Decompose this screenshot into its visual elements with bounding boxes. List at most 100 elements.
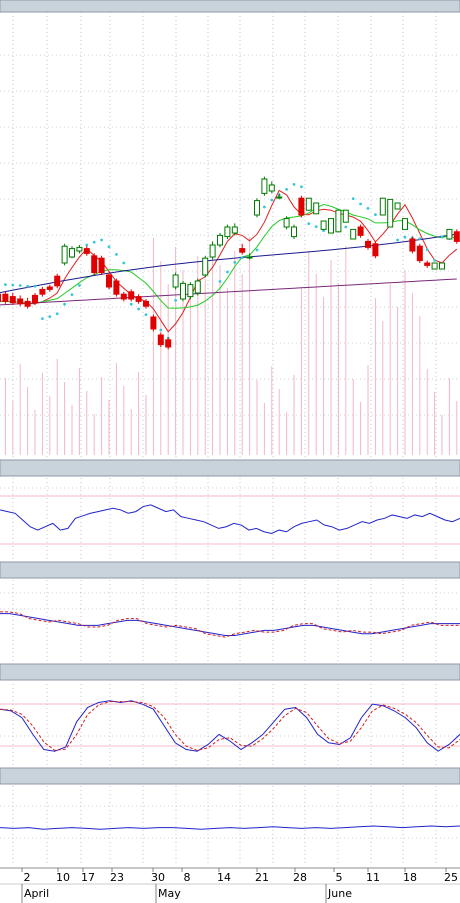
candle-body: [261, 178, 268, 194]
candle-body: [135, 296, 142, 302]
sar-dot: [396, 238, 399, 242]
candle-body: [446, 228, 453, 240]
month-label: April: [24, 887, 49, 900]
sar-dot: [100, 238, 103, 242]
candle-body: [328, 218, 334, 234]
indicator-2-signal-line: [0, 611, 460, 638]
x-tick-label: 25: [444, 871, 458, 884]
x-tick-label: 5: [336, 871, 343, 884]
sar-dot: [292, 183, 296, 186]
candle-body: [431, 262, 438, 270]
month-label: June: [327, 887, 352, 900]
candle-body: [106, 274, 112, 288]
sar-dot: [263, 205, 266, 209]
sar-dot: [63, 302, 66, 306]
panel-header-bar: [0, 561, 460, 579]
x-tick-label: 23: [110, 871, 124, 884]
candle-body: [409, 238, 416, 252]
sar-dot: [226, 270, 229, 274]
candle-body: [172, 274, 179, 288]
sar-dot: [425, 248, 429, 252]
ma-long-line: [0, 233, 457, 294]
candle-body: [357, 226, 364, 236]
sar-dot: [218, 280, 222, 283]
panel-header-bar: [0, 767, 460, 785]
candle-body: [91, 255, 98, 274]
sar-dot: [433, 259, 436, 262]
sar-dot: [48, 315, 52, 318]
candle-body: [120, 293, 127, 300]
sar-dot: [270, 198, 274, 202]
candle-body: [69, 248, 75, 258]
sar-dot: [285, 188, 288, 191]
candle-body: [254, 200, 260, 216]
candle-body: [268, 184, 275, 192]
candle-body: [157, 334, 164, 346]
panel-header-bar: [0, 663, 460, 681]
x-tick-label: 21: [255, 871, 269, 884]
ma-very-long-line: [0, 278, 457, 306]
sar-dot: [33, 284, 37, 288]
sar-dot: [85, 243, 89, 247]
candle-body: [194, 280, 201, 294]
candle-body: [143, 300, 149, 307]
x-tick-label: 14: [217, 871, 231, 884]
candle-body: [187, 284, 194, 298]
candle-body: [365, 240, 371, 248]
sar-dot: [440, 235, 444, 239]
x-tick-label: 8: [184, 871, 191, 884]
candle-body: [402, 218, 408, 230]
x-tick-label: 10: [56, 871, 70, 884]
sar-dot: [174, 299, 178, 302]
sar-dot: [233, 261, 237, 264]
sar-dot: [307, 222, 311, 226]
candle-body: [239, 248, 246, 253]
candle-body: [387, 198, 394, 228]
candle-body: [335, 209, 342, 233]
sar-dot: [351, 197, 355, 201]
x-tick-label: 11: [366, 871, 380, 884]
candle-body: [298, 197, 305, 216]
sar-dot: [137, 307, 141, 311]
stock-chart: 2 10 17 23 30 8 14 21 28 5 11 18 25 April May June: [0, 0, 460, 903]
candle-body: [17, 298, 24, 305]
candle-body: [231, 226, 238, 234]
candle-body: [424, 262, 431, 266]
volume-series: [4, 237, 458, 455]
sar-dot: [366, 207, 370, 210]
candle-body: [39, 288, 46, 295]
candle-body: [313, 202, 320, 215]
sar-dot: [159, 328, 163, 332]
sar-dot: [41, 317, 44, 320]
candle-body: [439, 262, 445, 270]
candle-body: [61, 245, 68, 264]
stochastic-k-line: [0, 700, 460, 752]
sar-dot: [255, 248, 259, 252]
sar-dot: [107, 245, 111, 249]
panel-header-bar: [0, 459, 460, 477]
indicator-2-line: [0, 613, 460, 636]
candle-body: [453, 231, 460, 242]
x-tick-label: 17: [81, 871, 95, 884]
month-label: May: [158, 887, 181, 900]
sar-dot: [314, 225, 318, 229]
candle-body: [379, 197, 386, 216]
candle-body: [113, 280, 120, 295]
sar-dot: [26, 284, 29, 288]
candle-body: [416, 245, 423, 262]
sar-dot: [4, 283, 7, 286]
candle-body: [24, 300, 31, 307]
sar-dot: [129, 302, 133, 306]
x-tick-label: 2: [24, 871, 31, 884]
indicator-1-line: [0, 504, 460, 534]
sar-dot: [359, 202, 362, 206]
sar-dot: [122, 261, 126, 265]
candle-body: [283, 218, 290, 228]
candle-body: [128, 291, 135, 300]
candle-body: [0, 293, 1, 302]
candle-body: [76, 246, 83, 252]
candle-body: [9, 296, 16, 304]
sar-dot: [115, 253, 118, 256]
sar-dot: [55, 312, 59, 316]
candle-body: [2, 293, 9, 302]
